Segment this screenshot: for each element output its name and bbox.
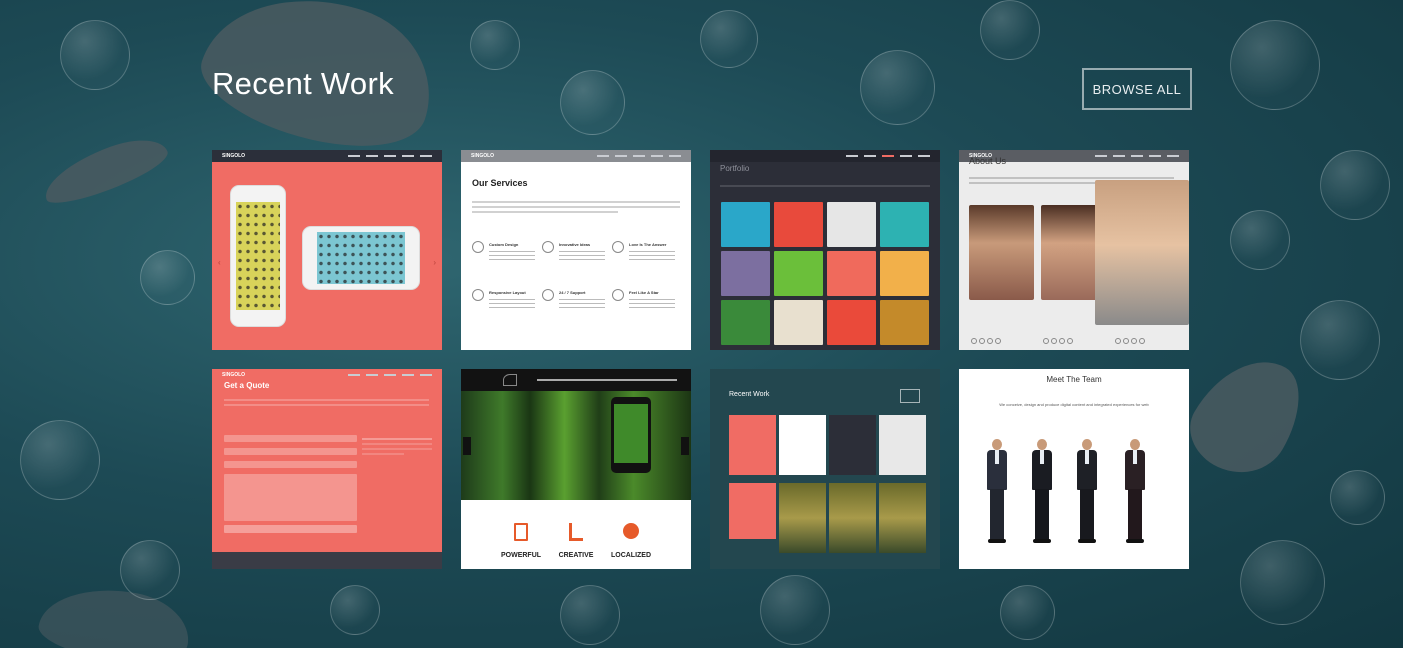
bubble-decoration (1300, 300, 1380, 380)
team-photo-large (1095, 180, 1189, 325)
quote-field (224, 461, 357, 468)
bubble-decoration (1000, 585, 1055, 640)
bubble-decoration (700, 10, 758, 68)
mini-thumb (829, 415, 876, 475)
thumb-nav: SINGOLO (461, 150, 691, 162)
work-thumbnail-recent-work[interactable]: Recent Work (710, 369, 940, 569)
thumb-browse-button (900, 389, 920, 403)
bubble-decoration (980, 0, 1040, 60)
team-photo (969, 205, 1034, 300)
bubble-decoration (860, 50, 935, 125)
team-member-figure (1031, 439, 1053, 545)
team-member-figure (1124, 439, 1146, 545)
team-member-figure (1076, 439, 1098, 545)
service-icon (542, 289, 554, 301)
thumb-nav (710, 150, 940, 162)
work-thumbnail-singolo-home[interactable]: SINGOLO ‹ › (212, 150, 442, 350)
dolphin-decoration-right (1176, 339, 1319, 491)
forest-hero-image (461, 391, 691, 500)
contact-info (362, 435, 432, 458)
browse-all-button[interactable]: BROWSE ALL (1082, 68, 1192, 110)
service-icon (472, 241, 484, 253)
bubble-decoration (1230, 210, 1290, 270)
thumb-logo: SINGOLO (222, 372, 246, 378)
work-thumbnail-forest-phone[interactable]: POWERFUL CREATIVE LOCALIZED (461, 369, 691, 569)
service-icon (542, 241, 554, 253)
mini-thumb (779, 415, 826, 475)
chevron-right-icon (681, 437, 689, 455)
service-icon (612, 289, 624, 301)
thumb-heading: Recent Work (729, 391, 770, 398)
thumb-logo: SINGOLO (222, 153, 246, 159)
bubble-decoration (20, 420, 100, 500)
team-member-figure (986, 439, 1008, 545)
work-thumbnail-get-a-quote[interactable]: SINGOLO Get a Quote (212, 369, 442, 569)
section-title: Recent Work (212, 66, 394, 101)
thumb-subtitle: We conceive, design and produce digital … (999, 402, 1149, 407)
horizontal-phone-image (302, 226, 420, 290)
bubble-decoration (1230, 20, 1320, 110)
mini-thumb (729, 415, 776, 475)
work-thumbnail-our-services[interactable]: SINGOLO Our Services Custom Design Innov… (461, 150, 691, 350)
feature-label: LOCALIZED (610, 552, 652, 559)
mini-thumb (879, 483, 926, 553)
work-thumbnail-about-us[interactable]: SINGOLO About Us (959, 150, 1189, 350)
quote-field (224, 448, 357, 455)
bubble-decoration (560, 70, 625, 135)
chart-icon (569, 523, 583, 541)
service-icon (472, 289, 484, 301)
bubble-decoration (120, 540, 180, 600)
bubble-decoration (560, 585, 620, 645)
thumb-nav: SINGOLO (212, 369, 442, 381)
bubble-decoration (1240, 540, 1325, 625)
chevron-left-icon: ‹ (218, 258, 221, 267)
thumb-paragraph (720, 182, 930, 190)
feature-label: CREATIVE (558, 552, 594, 559)
thumb-nav (461, 369, 691, 391)
vertical-phone-image (230, 185, 286, 327)
thumb-footer (212, 552, 442, 569)
thumb-heading: Meet The Team (1046, 375, 1102, 384)
thumb-heading: Get a Quote (224, 381, 270, 390)
service-icon (612, 241, 624, 253)
quote-field (224, 435, 357, 442)
portfolio-grid (721, 202, 929, 345)
work-thumbnail-portfolio[interactable]: Portfolio (710, 150, 940, 350)
quote-textarea (224, 474, 357, 521)
bubble-decoration (330, 585, 380, 635)
thumb-heading: Portfolio (720, 164, 750, 173)
quote-send-button (224, 525, 357, 533)
bubble-decoration (1320, 150, 1390, 220)
work-thumbnail-meet-the-team[interactable]: Meet The Team We conceive, design and pr… (959, 369, 1189, 569)
thumb-paragraph (472, 198, 680, 216)
bubble-decoration (760, 575, 830, 645)
mini-thumb (779, 483, 826, 553)
bubble-decoration (60, 20, 130, 90)
document-icon (514, 523, 528, 541)
thumb-paragraph (224, 396, 429, 409)
thumb-nav: SINGOLO (212, 150, 442, 162)
mini-thumb (729, 483, 776, 539)
feature-label: POWERFUL (500, 552, 542, 559)
phone-image (611, 397, 651, 473)
thumb-heading: Our Services (472, 178, 528, 188)
bubble-decoration (140, 250, 195, 305)
chevron-right-icon: › (433, 258, 436, 267)
chevron-left-icon (463, 437, 471, 455)
dolphin-fin-decoration (37, 128, 173, 212)
globe-icon (623, 523, 639, 539)
mini-thumb (879, 415, 926, 475)
mini-thumb (829, 483, 876, 553)
logo-icon (503, 374, 517, 386)
bubble-decoration (470, 20, 520, 70)
bubble-decoration (1330, 470, 1385, 525)
thumb-logo: SINGOLO (471, 153, 495, 159)
thumb-heading: About Us (969, 156, 1007, 166)
